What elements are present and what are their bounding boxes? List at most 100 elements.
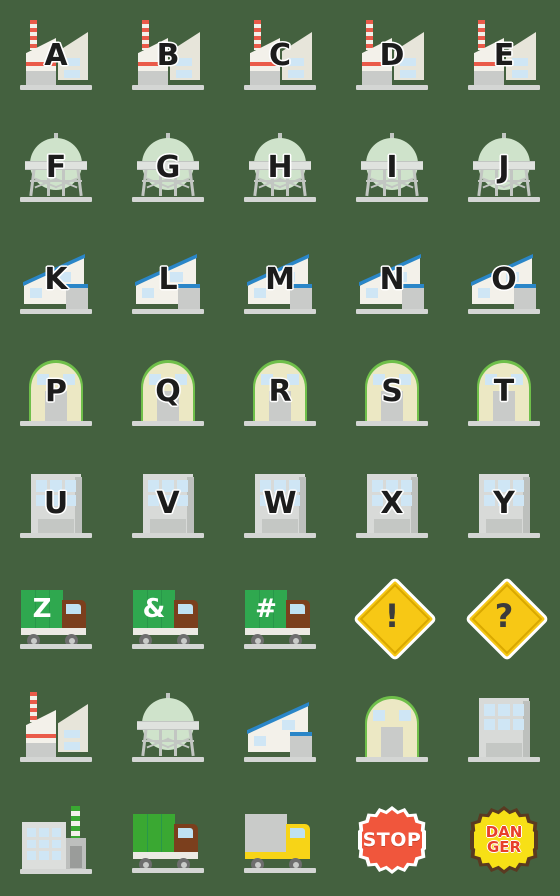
office-window-grid (260, 480, 300, 506)
ground-line (132, 421, 204, 426)
office-plain[interactable] (448, 672, 560, 784)
arch-warehouse-letter-q[interactable]: Q (112, 336, 224, 448)
factory-letter-b[interactable]: B (112, 0, 224, 112)
green-truck-plain[interactable] (112, 784, 224, 896)
warehouse-letter-n[interactable]: N (336, 224, 448, 336)
office-letter-w[interactable]: W (224, 448, 336, 560)
arch-window (287, 374, 299, 385)
factory-with-chimney-plain[interactable] (0, 784, 112, 896)
arch-warehouse-letter-r[interactable]: R (224, 336, 336, 448)
chimney-icon (30, 20, 37, 50)
office-window-grid (148, 480, 188, 506)
factory-base (138, 71, 168, 85)
warehouse-letter-m[interactable]: M (224, 224, 336, 336)
warehouse-letter-o[interactable]: O (448, 224, 560, 336)
office-letter-u[interactable]: U (0, 448, 112, 560)
truck-cab-window (290, 604, 305, 614)
tank-walkway (137, 161, 199, 170)
warehouse-window (478, 288, 490, 298)
arch-shutter-door (269, 391, 291, 421)
truck-hash[interactable]: # (224, 560, 336, 672)
stop-badge[interactable]: STOP (336, 784, 448, 896)
tank-walkway (473, 161, 535, 170)
factory-letter-d[interactable]: D (336, 0, 448, 112)
gas-tank-letter-j[interactable]: J (448, 112, 560, 224)
warehouse-letter-l[interactable]: L (112, 224, 224, 336)
factory-window (288, 70, 304, 78)
warehouse-blue-bar (178, 284, 200, 288)
chimney-icon (30, 692, 37, 722)
factory-plain[interactable] (0, 672, 112, 784)
warehouse-annex (290, 735, 312, 757)
tank-leg (141, 727, 148, 757)
arch-warehouse-letter-p[interactable]: P (0, 336, 112, 448)
arch-window (37, 374, 49, 385)
plant-window-grid (27, 828, 61, 860)
warning-sign-exclamation[interactable]: ! (336, 560, 448, 672)
ground-line (132, 644, 204, 649)
emoji-grid: A B C D E F G H I J K L M N O P Q R S T … (0, 0, 560, 896)
warning-sign-question[interactable]: ? (448, 560, 560, 672)
tank-leg (29, 167, 36, 197)
truck-box-seam (147, 814, 148, 852)
gas-tank-letter-i[interactable]: I (336, 112, 448, 224)
factory-letter-e[interactable]: E (448, 0, 560, 112)
office-letter-x[interactable]: X (336, 448, 448, 560)
ground-line (356, 309, 428, 314)
office-entrance (262, 519, 298, 533)
ground-line (244, 85, 316, 90)
office-window-grid (484, 480, 524, 506)
gas-tank-letter-h[interactable]: H (224, 112, 336, 224)
warehouse-window (506, 272, 519, 282)
ground-line (244, 644, 316, 649)
warehouse-plain[interactable] (224, 672, 336, 784)
factory-red-band (474, 62, 504, 66)
factory-base (250, 71, 280, 85)
office-entrance (150, 519, 186, 533)
gas-tank-letter-f[interactable]: F (0, 112, 112, 224)
ground-line (132, 85, 204, 90)
truck-cab-window (178, 604, 193, 614)
gas-tank-plain[interactable] (112, 672, 224, 784)
factory-window (64, 70, 80, 78)
truck-ampersand[interactable]: & (112, 560, 224, 672)
warehouse-window (282, 272, 295, 282)
warehouse-window (58, 272, 71, 282)
warehouse-annex (290, 287, 312, 309)
factory-letter-c[interactable]: C (224, 0, 336, 112)
ground-line (20, 757, 92, 762)
tank-brace (478, 180, 530, 182)
arch-shutter-door (157, 391, 179, 421)
danger-badge[interactable]: DAN GER (448, 784, 560, 896)
tank-leg (412, 167, 419, 197)
ground-line (20, 197, 92, 202)
arch-warehouse-plain[interactable] (336, 672, 448, 784)
office-window-grid (372, 480, 412, 506)
ground-line (132, 309, 204, 314)
office-letter-v[interactable]: V (112, 448, 224, 560)
ground-line (244, 309, 316, 314)
ground-line (20, 644, 92, 649)
arch-warehouse-letter-t[interactable]: T (448, 336, 560, 448)
warehouse-window (394, 272, 407, 282)
office-entrance (486, 743, 522, 757)
tank-leg (365, 167, 372, 197)
factory-red-band (26, 734, 56, 738)
chimney-icon (142, 20, 149, 50)
office-letter-y[interactable]: Y (448, 448, 560, 560)
warehouse-letter-k[interactable]: K (0, 224, 112, 336)
factory-letter-a[interactable]: A (0, 0, 112, 112)
yellow-truck-plain[interactable] (224, 784, 336, 896)
gas-tank-letter-g[interactable]: G (112, 112, 224, 224)
ground-line (20, 421, 92, 426)
ground-line (468, 85, 540, 90)
truck-cab-window (66, 604, 81, 614)
arch-warehouse-letter-s[interactable]: S (336, 336, 448, 448)
warehouse-window (254, 736, 266, 746)
arch-window (399, 374, 411, 385)
truck-letter-z[interactable]: Z (0, 560, 112, 672)
truck-cargo-box (133, 814, 175, 852)
ground-line (468, 533, 540, 538)
warehouse-window (366, 288, 378, 298)
warehouse-blue-bar (402, 284, 424, 288)
